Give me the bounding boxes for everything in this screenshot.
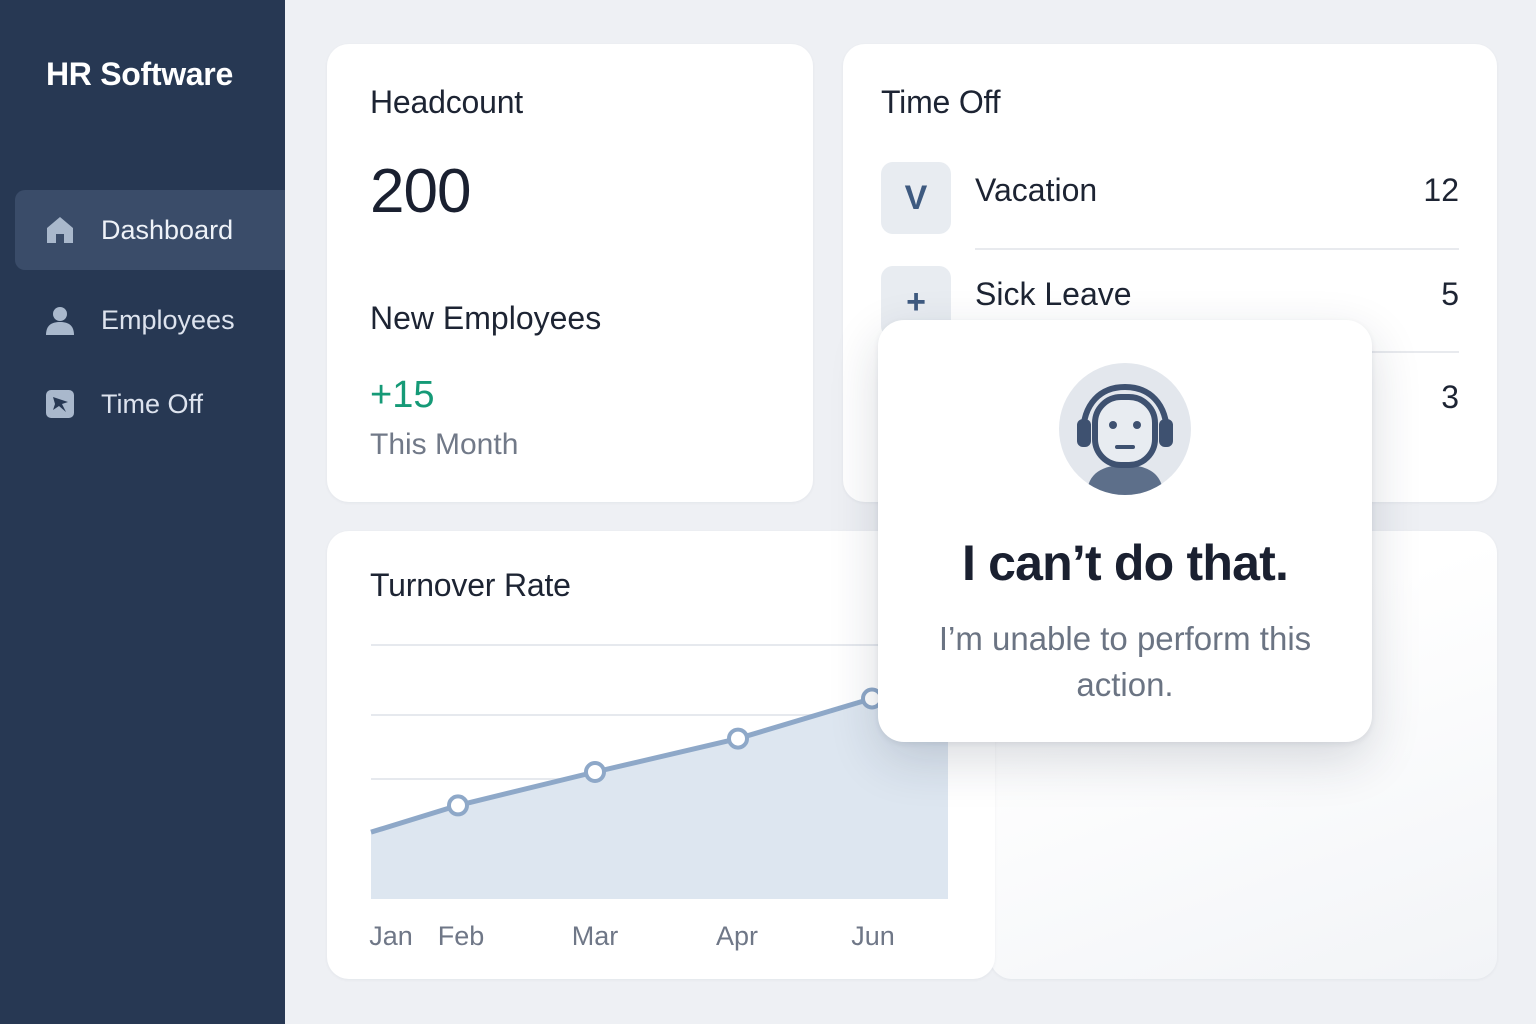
chart-x-tick-label: Jun bbox=[851, 921, 895, 951]
plane-icon bbox=[43, 387, 77, 421]
sidebar: HR Software Dashboard Employees Time Off bbox=[0, 0, 285, 1024]
sidebar-item-label: Dashboard bbox=[101, 214, 234, 245]
sidebar-item-employees[interactable]: Employees bbox=[15, 280, 285, 360]
time-off-row-vacation[interactable]: V Vacation 12 bbox=[881, 162, 1459, 242]
headcount-card: Headcount 200 New Employees +15 This Mon… bbox=[327, 44, 813, 502]
new-employees-period: This Month bbox=[370, 428, 519, 461]
headcount-value: 200 bbox=[370, 157, 471, 226]
divider bbox=[975, 248, 1459, 250]
time-off-title: Time Off bbox=[881, 84, 1001, 120]
time-off-label: Vacation bbox=[975, 172, 1098, 208]
sidebar-item-label: Employees bbox=[101, 304, 235, 335]
user-icon bbox=[43, 303, 77, 337]
home-icon bbox=[43, 213, 77, 247]
chart-point[interactable] bbox=[584, 761, 606, 783]
new-employees-title: New Employees bbox=[370, 300, 602, 336]
app-title: HR Software bbox=[46, 56, 233, 92]
dialog-title: I can’t do that. bbox=[961, 535, 1289, 591]
time-off-count: 12 bbox=[1423, 172, 1459, 208]
robot-avatar-icon bbox=[1059, 363, 1191, 495]
chart-x-tick-label: Feb bbox=[438, 921, 485, 951]
vacation-badge: V bbox=[881, 162, 951, 234]
headcount-title: Headcount bbox=[370, 84, 523, 120]
sidebar-item-label: Time Off bbox=[101, 388, 204, 419]
chart-point[interactable] bbox=[447, 794, 469, 817]
time-off-count: 5 bbox=[1441, 276, 1459, 312]
chart-x-tick-label: Jan bbox=[369, 921, 413, 951]
dialog-message: I’m unable to perform this action. bbox=[938, 620, 1312, 703]
time-off-label: Sick Leave bbox=[975, 276, 1132, 312]
refusal-dialog: I can’t do that. I’m unable to perform t… bbox=[878, 320, 1372, 742]
time-off-count: 3 bbox=[1441, 379, 1459, 415]
chart-area bbox=[371, 675, 948, 899]
chart-point[interactable] bbox=[727, 727, 749, 750]
chart-x-tick-label: Mar bbox=[572, 921, 619, 951]
chart-x-tick-label: Apr bbox=[716, 921, 758, 951]
sidebar-item-dashboard[interactable]: Dashboard bbox=[15, 190, 285, 270]
sidebar-item-time-off[interactable]: Time Off bbox=[15, 364, 285, 444]
new-employees-value: +15 bbox=[370, 374, 435, 416]
